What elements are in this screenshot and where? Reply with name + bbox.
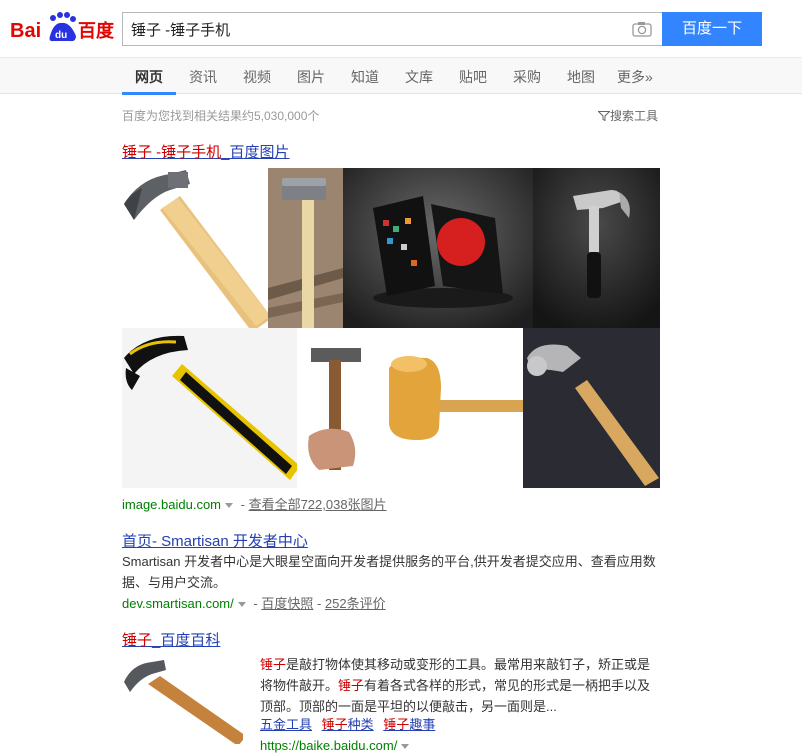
chevron-down-icon[interactable] (237, 602, 246, 607)
baidu-logo[interactable]: Bai du 百度 (10, 10, 114, 44)
search-button[interactable]: 百度一下 (662, 12, 762, 46)
svg-text:百度: 百度 (78, 20, 114, 42)
tab-tieba[interactable]: 贴吧 (459, 67, 487, 87)
tab-news[interactable]: 资讯 (189, 67, 217, 87)
result3-sublinks: 五金工具 锤子种类 锤子趣事 (260, 714, 435, 735)
search-input[interactable] (131, 13, 621, 45)
result-title-smartisan[interactable]: 首页- Smartisan 开发者中心 (122, 530, 308, 551)
image-thumb-1[interactable] (122, 168, 268, 328)
image-thumb-4[interactable] (533, 168, 660, 328)
result3-url[interactable]: https://baike.baidu.com/ (260, 738, 397, 753)
svg-text:Bai: Bai (10, 20, 41, 42)
image-thumb-2[interactable] (268, 168, 343, 328)
view-all-images-link[interactable]: 查看全部722,038张图片 (249, 497, 387, 512)
image-thumb-6[interactable] (297, 328, 387, 488)
sublink-hammer-trivia[interactable]: 锤子趣事 (383, 717, 435, 732)
result2-abstract: Smartisan 开发者中心是大眼星空面向开发者提供服务的平台,供开发者提交应… (122, 551, 662, 593)
result-title-images[interactable]: 锤子 -锤子手机_百度图片 (122, 141, 290, 162)
funnel-icon (598, 111, 610, 121)
tab-map[interactable]: 地图 (567, 67, 595, 87)
result1-footer: image.baidu.com - 查看全部722,038张图片 (122, 497, 387, 512)
sublink-hardware-tools[interactable]: 五金工具 (260, 717, 312, 732)
tab-video[interactable]: 视频 (243, 67, 271, 87)
tab-images[interactable]: 图片 (297, 67, 325, 87)
search-tools-button[interactable]: 搜索工具 (598, 107, 658, 124)
result2-footer: dev.smartisan.com/ - 百度快照 - 252条评价 (122, 596, 386, 611)
result-count: 百度为您找到相关结果约5,030,000个 (122, 109, 320, 123)
tab-zhidao[interactable]: 知道 (351, 67, 379, 87)
tab-wenku[interactable]: 文库 (405, 67, 433, 87)
tab-more[interactable]: 更多» (617, 67, 653, 87)
svg-text:du: du (55, 30, 67, 41)
snapshot-link[interactable]: 百度快照 (261, 596, 313, 611)
tab-caigou[interactable]: 采购 (513, 67, 541, 87)
active-tab-indicator (122, 92, 176, 95)
result3-footer: https://baike.baidu.com/ (260, 738, 413, 753)
sublink-hammer-types[interactable]: 锤子种类 (322, 717, 374, 732)
tab-web[interactable]: 网页 (135, 67, 163, 87)
image-thumb-7[interactable] (387, 328, 523, 488)
image-thumb-3[interactable] (343, 168, 533, 328)
search-box (122, 12, 662, 46)
baike-thumb[interactable] (122, 660, 243, 744)
paw-icon: du (49, 12, 76, 42)
search-tools-label: 搜索工具 (610, 109, 659, 123)
chevron-down-icon[interactable] (225, 503, 233, 508)
result-title-baike[interactable]: 锤子_百度百科 (122, 629, 220, 650)
camera-icon[interactable] (632, 21, 652, 37)
image-thumb-8[interactable] (523, 328, 660, 488)
result2-url[interactable]: dev.smartisan.com/ (122, 596, 234, 611)
chevron-down-icon[interactable] (401, 744, 410, 749)
result3-abstract: 锤子是敲打物体使其移动或变形的工具。最常用来敲钉子，矫正或是 将物件敲开。锤子有… (260, 657, 651, 714)
result1-url[interactable]: image.baidu.com (122, 497, 221, 512)
header: Bai du 百度 百度一下 (0, 0, 802, 57)
nav-tabs: 网页 资讯 视频 图片 知道 文库 贴吧 采购 地图 更多» (0, 57, 802, 95)
result2-abstract-line2: 据、与用户交流。 (122, 575, 227, 590)
reviews-link[interactable]: 252条评价 (325, 596, 386, 611)
result2-abstract-line1: Smartisan 开发者中心是大眼星空面向开发者提供服务的平台,供开发者提交应… (122, 554, 656, 569)
image-thumb-5[interactable] (122, 328, 297, 488)
